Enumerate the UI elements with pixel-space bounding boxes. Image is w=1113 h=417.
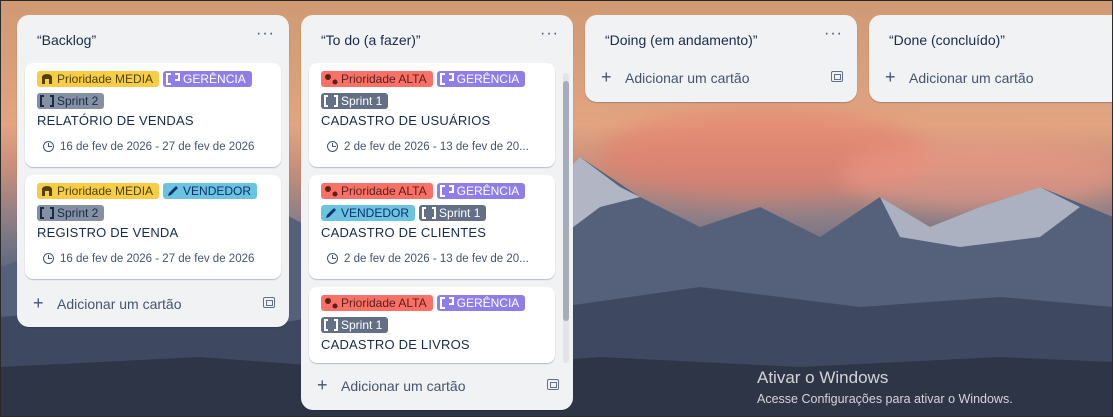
label-priority-media[interactable]: Prioridade MEDIA bbox=[37, 183, 160, 199]
card-dates: 2 de fev de 2026 - 13 de fev de 20... bbox=[327, 253, 529, 265]
template-icon[interactable] bbox=[547, 379, 559, 390]
more-icon[interactable]: ··· bbox=[256, 25, 275, 43]
label-priority-media[interactable]: Prioridade MEDIA bbox=[37, 71, 160, 87]
template-icon[interactable] bbox=[263, 297, 275, 308]
card-dates: 16 de fev de 2026 - 27 de fev de 2026 bbox=[43, 253, 254, 265]
list-header: “Doing (em andamento)” ··· bbox=[585, 15, 857, 63]
label-sprint[interactable]: Sprint 2 bbox=[37, 205, 105, 221]
bracket-pair-icon bbox=[324, 319, 338, 331]
label-priority-alta[interactable]: Prioridade ALTA bbox=[321, 295, 433, 311]
pencil-icon bbox=[168, 186, 179, 196]
label-priority-alta[interactable]: Prioridade ALTA bbox=[321, 183, 433, 199]
label-sprint[interactable]: Sprint 1 bbox=[321, 93, 389, 109]
card[interactable]: Prioridade ALTA GERÊNCIA Sprint 1 CADAST… bbox=[309, 287, 555, 363]
bracket-pair-icon bbox=[40, 207, 54, 219]
bracket-pair-icon bbox=[324, 95, 338, 107]
bracket-icon bbox=[439, 297, 454, 309]
card-title: CADASTRO DE LIVROS bbox=[321, 337, 470, 352]
list-title[interactable]: “Backlog” bbox=[37, 32, 96, 48]
card[interactable]: Prioridade MEDIA GERÊNCIA Sprint 2 RELAT… bbox=[25, 63, 281, 167]
clock-icon bbox=[327, 253, 338, 264]
card-title: RELATÓRIO DE VENDAS bbox=[37, 113, 194, 128]
more-icon[interactable]: ··· bbox=[824, 25, 843, 43]
label-gerencia[interactable]: GERÊNCIA bbox=[436, 71, 526, 87]
label-gerencia[interactable]: GERÊNCIA bbox=[436, 295, 526, 311]
label-sprint[interactable]: Sprint 1 bbox=[419, 205, 487, 221]
list-header: “Backlog” ··· bbox=[17, 15, 289, 63]
windows-activation-watermark: Ativar o Windows Acesse Configurações pa… bbox=[757, 368, 1013, 406]
arch-icon bbox=[42, 74, 52, 84]
list-title[interactable]: “Doing (em andamento)” bbox=[605, 32, 758, 48]
bracket-pair-icon bbox=[40, 95, 54, 107]
card[interactable]: Prioridade ALTA GERÊNCIA Sprint 1 CADAST… bbox=[309, 63, 555, 167]
dots-icon bbox=[325, 298, 338, 309]
list-title[interactable]: “Done (concluído)” bbox=[889, 32, 1005, 48]
add-card-button[interactable]: + Adicionar um cartão bbox=[601, 65, 843, 93]
scrollbar[interactable] bbox=[563, 73, 569, 363]
card-title: REGISTRO DE VENDA bbox=[37, 225, 179, 240]
list-title[interactable]: “To do (a fazer)” bbox=[321, 32, 421, 48]
list-backlog: “Backlog” ··· Prioridade MEDIA GERÊNCIA bbox=[17, 15, 289, 327]
more-icon[interactable]: ··· bbox=[540, 25, 559, 43]
card[interactable]: Prioridade ALTA GERÊNCIA VENDEDOR Sprint bbox=[309, 175, 555, 279]
add-card-button[interactable]: + Adicionar um cartão bbox=[317, 373, 559, 401]
plus-icon: + bbox=[601, 67, 612, 87]
card-dates: 16 de fev de 2026 - 27 de fev de 2026 bbox=[43, 141, 254, 153]
label-priority-alta[interactable]: Prioridade ALTA bbox=[321, 71, 433, 87]
label-gerencia[interactable]: GERÊNCIA bbox=[436, 183, 526, 199]
add-card-button[interactable]: + Adicionar um cartão bbox=[33, 291, 275, 319]
pencil-icon bbox=[326, 208, 336, 218]
scrollbar-thumb[interactable] bbox=[563, 81, 569, 321]
list-todo: “To do (a fazer)” ··· Prioridade ALTA GE… bbox=[301, 15, 573, 410]
activation-title: Ativar o Windows bbox=[757, 368, 889, 387]
bracket-icon bbox=[439, 185, 454, 197]
label-gerencia[interactable]: GERÊNCIA bbox=[163, 71, 252, 87]
activation-subtitle: Acesse Configurações para ativar o Windo… bbox=[757, 392, 1013, 406]
template-icon[interactable] bbox=[831, 71, 843, 82]
label-sprint[interactable]: Sprint 2 bbox=[37, 93, 105, 109]
plus-icon: + bbox=[33, 293, 44, 313]
bracket-icon bbox=[166, 73, 181, 85]
card-title: CADASTRO DE CLIENTES bbox=[321, 225, 487, 240]
clock-icon bbox=[327, 141, 338, 152]
card-title: CADASTRO DE USUÁRIOS bbox=[321, 113, 491, 128]
label-sprint[interactable]: Sprint 1 bbox=[321, 317, 389, 333]
label-vendedor[interactable]: VENDEDOR bbox=[321, 205, 416, 221]
list-done: “Done (concluído)” + Adicionar um cartão bbox=[869, 15, 1113, 102]
card[interactable]: Prioridade MEDIA VENDEDOR Sprint 2 REGIS… bbox=[25, 175, 281, 279]
clock-icon bbox=[43, 141, 54, 152]
dots-icon bbox=[325, 186, 338, 197]
plus-icon: + bbox=[885, 67, 896, 87]
card-dates: 2 de fev de 2026 - 13 de fev de 20... bbox=[327, 141, 529, 153]
dots-icon bbox=[325, 74, 338, 85]
list-header: “To do (a fazer)” ··· bbox=[301, 15, 573, 63]
arch-icon bbox=[42, 186, 52, 196]
list-header: “Done (concluído)” bbox=[869, 15, 1113, 63]
label-vendedor[interactable]: VENDEDOR bbox=[163, 183, 258, 199]
bracket-icon bbox=[439, 73, 454, 85]
clock-icon bbox=[43, 253, 54, 264]
list-doing: “Doing (em andamento)” ··· + Adicionar u… bbox=[585, 15, 857, 102]
plus-icon: + bbox=[317, 375, 328, 395]
add-card-button[interactable]: + Adicionar um cartão bbox=[885, 65, 1113, 93]
bracket-pair-icon bbox=[422, 207, 437, 219]
